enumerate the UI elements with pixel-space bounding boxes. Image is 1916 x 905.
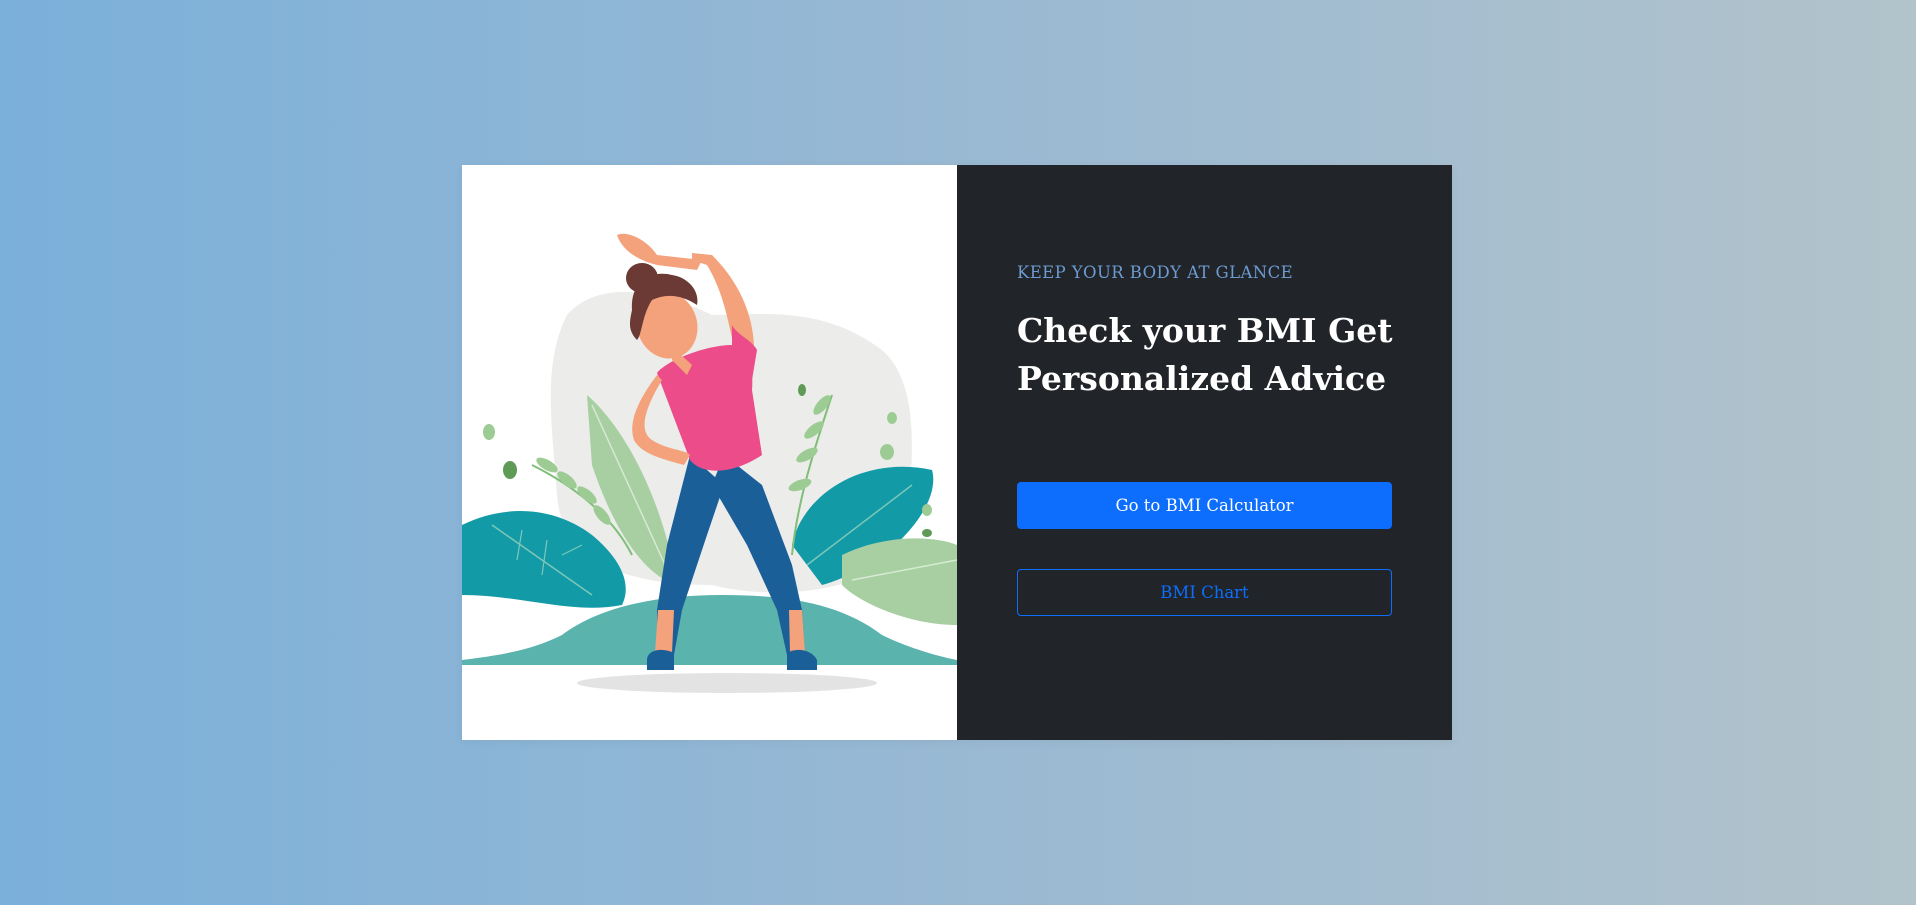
woman-stretching-illustration <box>462 233 957 693</box>
bmi-calculator-button[interactable]: Go to BMI Calculator <box>1017 482 1392 529</box>
content-panel: KEEP YOUR BODY AT GLANCE Check your BMI … <box>957 165 1452 740</box>
eyebrow-tagline: KEEP YOUR BODY AT GLANCE <box>1017 263 1294 282</box>
hero-card: KEEP YOUR BODY AT GLANCE Check your BMI … <box>462 165 1452 740</box>
illustration-panel <box>462 165 957 740</box>
bmi-chart-button[interactable]: BMI Chart <box>1017 569 1392 616</box>
page-headline: Check your BMI Get Personalized Advice <box>1017 311 1393 398</box>
